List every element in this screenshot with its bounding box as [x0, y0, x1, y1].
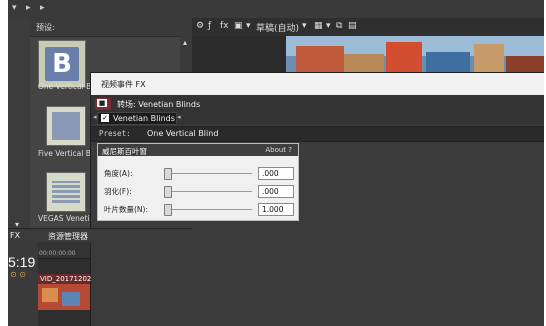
blinds-preview-icon [52, 112, 80, 140]
param-label-angle: 角度(A): [104, 169, 133, 178]
timeline-ruler[interactable]: 00:00:00:00 [38, 242, 90, 259]
presets-header: 预设: [30, 18, 192, 37]
dialog-title: 视频事件 FX [101, 80, 146, 89]
presets-title: 预设: [36, 23, 55, 32]
param-label-blade-count: 叶片数量(N): [104, 205, 148, 214]
preset-label[interactable]: Five Vertical Bl [38, 149, 93, 158]
copy-icon[interactable]: ⧉ [336, 21, 342, 31]
blade-count-slider[interactable] [164, 209, 252, 210]
about-button[interactable]: About ? [265, 146, 292, 154]
angle-slider[interactable] [164, 173, 252, 174]
chain-left-icon[interactable]: ◂ [93, 113, 97, 121]
plugin-enable-checkbox[interactable]: ✓ [101, 114, 109, 122]
timecode-display: 5:19 [8, 254, 36, 270]
chain-text: 转场: Venetian Blinds [117, 100, 201, 109]
chain-right-icon[interactable]: ◂ [177, 113, 181, 121]
feather-slider[interactable] [164, 191, 252, 192]
blade-count-input[interactable]: 1.000 [258, 203, 294, 216]
tab-fx[interactable]: FX [10, 231, 20, 240]
grid-icon[interactable]: ▦ [314, 21, 323, 31]
fx-icon[interactable]: ƒ [208, 21, 211, 31]
ruler-timecode: 00:00:00:00 [39, 250, 76, 257]
parameters-header: 威尼斯百叶窗 About ? [98, 144, 298, 156]
clip-thumbnail[interactable] [38, 284, 90, 310]
split-view-icon[interactable]: ▣ [234, 21, 243, 31]
tab-explorer[interactable]: 资源管理器 [48, 231, 88, 242]
angle-value: .000 [262, 169, 279, 178]
feather-slider-knob[interactable] [164, 186, 172, 198]
scroll-up-icon[interactable]: ▴ [183, 38, 187, 47]
parameters-title: 威尼斯百叶窗 [102, 147, 147, 156]
preset-thumb-vegas-venetian[interactable] [46, 172, 86, 212]
feather-value: .000 [262, 187, 279, 196]
gear-icon[interactable]: ⚙ [196, 21, 204, 31]
preview-toolbar: ⚙ ƒ fx ▣ ▾ 草稿(自动) ▾ ▦ ▾ ⧉ ▤ [192, 18, 544, 36]
dialog-title-bar[interactable]: 视频事件 FX [91, 73, 544, 96]
preset-thumb-one-vertical[interactable]: B [38, 40, 86, 88]
editor-window: ▾ ▸ ▸ ▾ 预设: B One Vertical Blind Five Ve… [8, 0, 544, 326]
param-label-feather: 羽化(F): [104, 187, 132, 196]
chain-icon[interactable]: ■ [97, 99, 107, 107]
draft-quality-label[interactable]: 草稿(自动) [256, 21, 299, 34]
feather-input[interactable]: .000 [258, 185, 294, 198]
down-arrow-icon[interactable]: ▾ [12, 3, 17, 13]
menu-arrow-icon[interactable]: ▸ [26, 3, 31, 13]
preset-thumb-five-vertical[interactable] [46, 106, 86, 146]
chevron-down-icon[interactable]: ▾ [326, 21, 331, 31]
fx-plugin-icon[interactable]: fx [220, 21, 229, 31]
top-toolbar: ▾ ▸ ▸ [8, 0, 544, 19]
blade-count-slider-knob[interactable] [164, 204, 172, 216]
bottom-tabs: FX 资源管理器 [8, 228, 192, 243]
preset-letter: B [45, 47, 79, 81]
chevron-down-icon[interactable]: ▾ [246, 21, 251, 31]
video-event-fx-dialog: 视频事件 FX ■ 转场: Venetian Blinds ◂ ✓ Veneti… [90, 72, 544, 326]
clip-name: VID_20171202 [40, 275, 92, 283]
venetian-preview-icon [52, 181, 80, 203]
clip-header[interactable]: VID_20171202 [38, 274, 92, 284]
menu-arrow-icon[interactable]: ▸ [40, 3, 45, 13]
preset-dropdown[interactable]: One Vertical Blind [147, 129, 218, 138]
parameters-panel: 威尼斯百叶窗 About ? 角度(A): .000 羽化(F): .000 叶… [97, 143, 299, 221]
plugin-name: Venetian Blinds [113, 114, 175, 123]
save-icon[interactable]: ▤ [348, 21, 357, 31]
chevron-down-icon[interactable]: ▾ [302, 21, 307, 31]
left-dock-strip: ▾ [8, 18, 31, 229]
timeline-area: 00:00:00:00 VID_20171202 [38, 242, 92, 326]
track-fx-icon[interactable]: ⊙ ⊙ [10, 270, 26, 279]
angle-slider-knob[interactable] [164, 168, 172, 180]
blade-count-value: 1.000 [262, 205, 284, 214]
plugin-chip[interactable]: ✓ Venetian Blinds [97, 112, 177, 125]
preset-label: Preset: [99, 129, 131, 138]
angle-input[interactable]: .000 [258, 167, 294, 180]
